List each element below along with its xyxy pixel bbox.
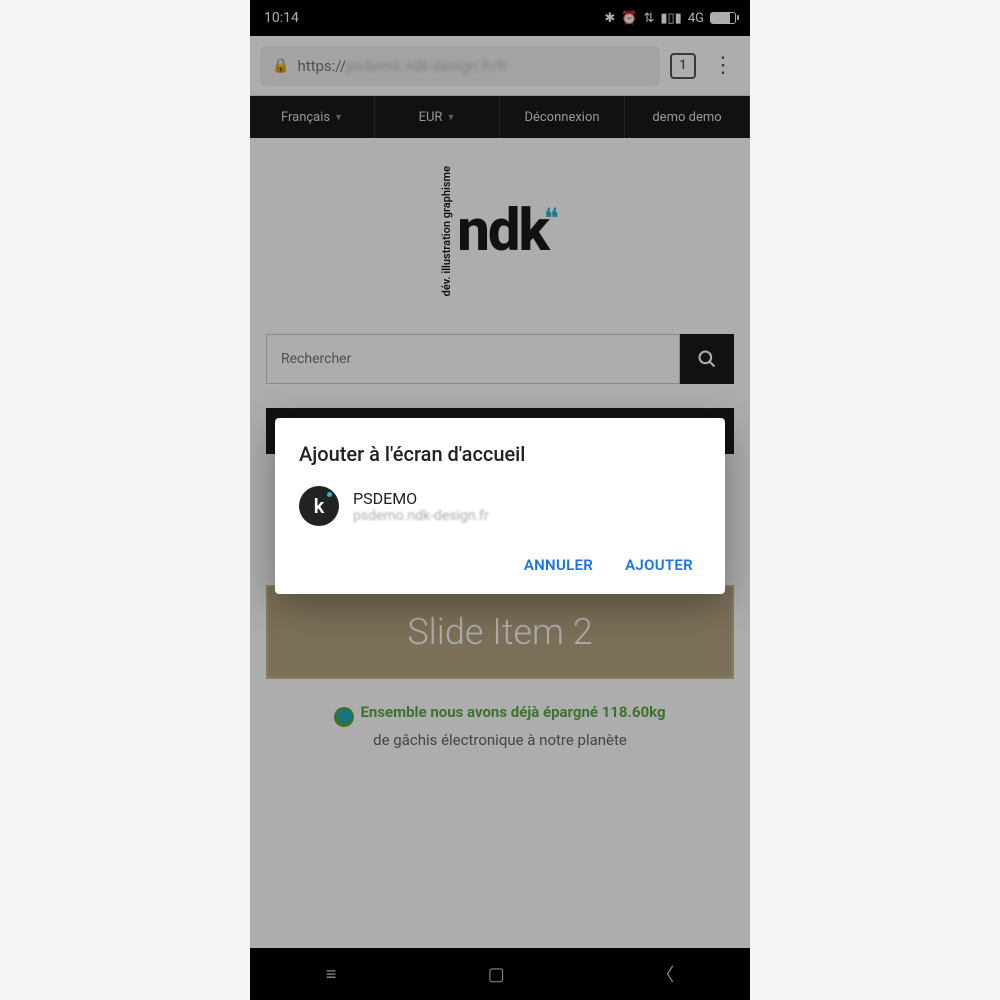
phone-frame: 10:14 ✱ ⏰ ⇅ ▮▯▮ 4G 🔒 https:// psdemo.ndk… — [250, 0, 750, 1000]
add-to-homescreen-dialog: Ajouter à l'écran d'accueil k PSDEMO psd… — [275, 418, 725, 594]
dialog-app-domain: psdemo.ndk-design.fr — [353, 508, 489, 524]
dialog-app-name: PSDEMO — [353, 489, 489, 508]
app-icon: k — [299, 486, 339, 526]
add-button[interactable]: AJOUTER — [625, 556, 693, 574]
dialog-app-row: k PSDEMO psdemo.ndk-design.fr — [299, 486, 701, 526]
dialog-actions: ANNULER AJOUTER — [299, 550, 701, 584]
cancel-button[interactable]: ANNULER — [524, 556, 593, 574]
dialog-title: Ajouter à l'écran d'accueil — [299, 442, 701, 466]
